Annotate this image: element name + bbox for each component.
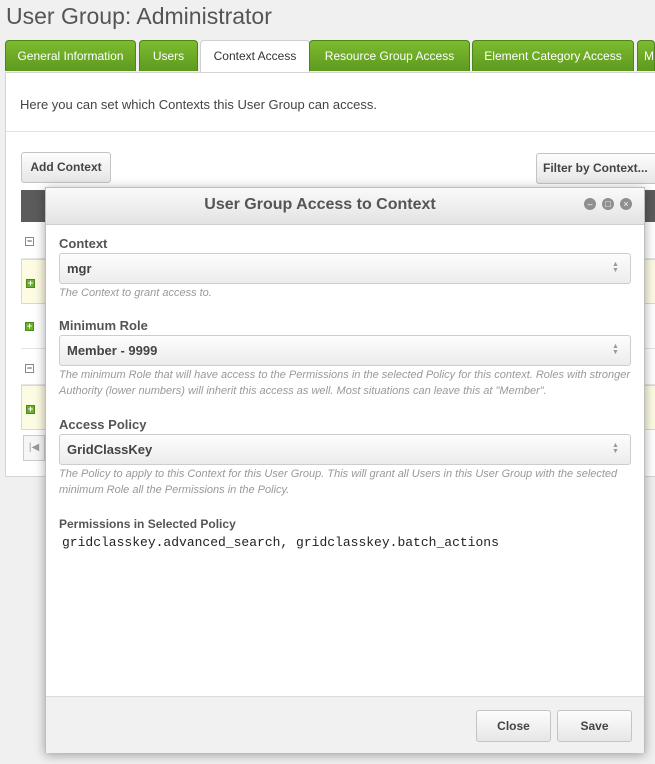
permissions-value: gridclasskey.advanced_search, gridclassk… [62, 535, 499, 550]
context-value: mgr [67, 261, 92, 276]
access-policy-hint: The Policy to apply to this Context for … [59, 468, 618, 496]
save-button[interactable]: Save [557, 710, 632, 742]
access-policy-label: Access Policy [59, 417, 147, 432]
minimum-role-select[interactable]: Member - 9999 ▲ ▼ [59, 335, 631, 366]
expand-icon[interactable]: + [25, 322, 34, 331]
expand-icon[interactable]: + [26, 405, 35, 414]
expand-icon[interactable]: + [26, 279, 35, 288]
collapse-icon[interactable]: − [25, 364, 34, 373]
user-group-access-dialog: User Group Access to Context – □ × Conte… [45, 187, 645, 753]
add-context-button[interactable]: Add Context [21, 152, 111, 183]
access-policy-value: GridClassKey [67, 442, 153, 457]
select-arrows-icon: ▲ ▼ [612, 442, 619, 455]
context-hint: The Context to grant access to. [59, 287, 212, 299]
select-arrows-icon: ▲ ▼ [612, 343, 619, 356]
tab-element-category-access[interactable]: Element Category Access [472, 40, 634, 71]
tab-resource-group-access[interactable]: Resource Group Access [309, 40, 470, 71]
divider [6, 131, 655, 132]
context-label: Context [59, 236, 108, 251]
first-page-button[interactable]: |◀ [23, 435, 45, 461]
page-title: User Group: Administrator [6, 3, 272, 29]
minimum-role-hint: The minimum Role that will have access t… [59, 369, 631, 397]
tab-more[interactable]: M [637, 40, 655, 71]
access-policy-select[interactable]: GridClassKey ▲ ▼ [59, 434, 631, 465]
minimum-role-value: Member - 9999 [67, 343, 158, 358]
close-icon[interactable]: × [620, 198, 632, 210]
minimum-role-label: Minimum Role [59, 318, 148, 333]
collapse-icon[interactable]: − [25, 237, 34, 246]
maximize-icon[interactable]: □ [602, 198, 614, 210]
tab-users[interactable]: Users [139, 40, 198, 71]
select-arrows-icon: ▲ ▼ [612, 261, 619, 274]
filter-context-dropdown[interactable]: Filter by Context... [536, 153, 655, 184]
tab-bar: General Information Users Context Access… [5, 40, 655, 73]
close-button[interactable]: Close [476, 710, 551, 742]
permissions-label: Permissions in Selected Policy [59, 517, 236, 531]
intro-text: Here you can set which Contexts this Use… [20, 97, 377, 112]
context-select[interactable]: mgr ▲ ▼ [59, 253, 631, 284]
dialog-title: User Group Access to Context [204, 196, 436, 213]
dialog-footer: Close Save [46, 696, 644, 753]
tab-general-information[interactable]: General Information [5, 40, 136, 71]
tab-context-access[interactable]: Context Access [200, 40, 310, 73]
minimize-icon[interactable]: – [584, 198, 596, 210]
dialog-header: User Group Access to Context – □ × [46, 188, 644, 225]
